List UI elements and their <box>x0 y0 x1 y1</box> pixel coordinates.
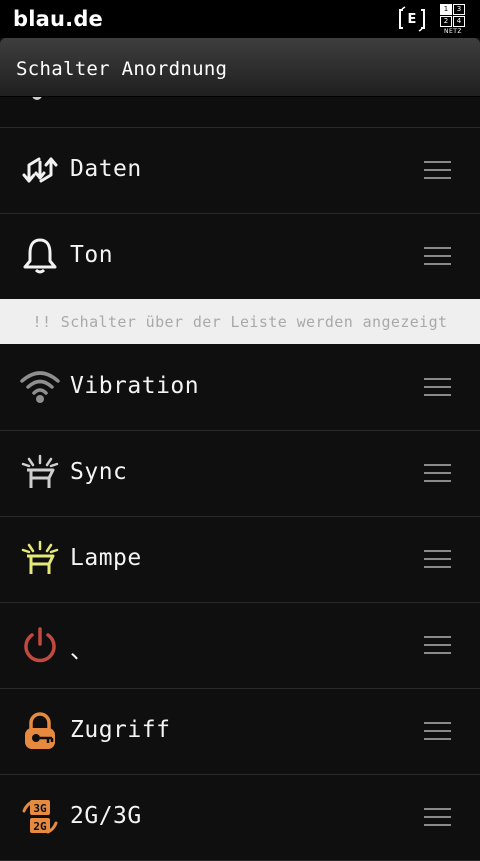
network-2g3g-icon: 3G 2G <box>20 797 60 837</box>
network-type-label: E <box>407 11 417 27</box>
sim-slot-3: 3 <box>453 4 465 15</box>
toggle-row-power[interactable]: 、 <box>0 603 480 689</box>
drag-handle[interactable] <box>424 636 451 654</box>
sync-lamp-icon <box>20 453 60 493</box>
toggle-row-vibration[interactable]: Vibration <box>0 345 480 431</box>
sim-slot-2: 2 <box>440 16 452 27</box>
carrier-name: blau.de <box>13 7 104 31</box>
toggle-label: Zugriff <box>70 717 171 743</box>
toggle-label: Sync <box>70 459 128 485</box>
list-item-partial[interactable] <box>0 97 480 128</box>
data-sync-arrows-icon <box>20 150 60 190</box>
toggle-label: 、 <box>70 638 94 664</box>
page-title: Schalter Anordnung <box>16 58 228 80</box>
toggle-row-lampe[interactable]: Lampe <box>0 517 480 603</box>
drag-handle[interactable] <box>424 378 451 396</box>
toggle-row-ton[interactable]: Ton <box>0 214 480 300</box>
toggle-label: Ton <box>70 242 114 268</box>
title-bar: Schalter Anordnung <box>0 38 480 97</box>
toggle-label: Daten <box>70 156 142 182</box>
partial-icon <box>32 97 42 100</box>
status-bar: blau.de E 1 3 2 4 NETZ <box>0 0 480 38</box>
wifi-icon <box>20 367 60 407</box>
toggle-label: Lampe <box>70 545 142 571</box>
icon-2g-text: 2G <box>33 820 47 833</box>
icon-3g-text: 3G <box>33 802 47 815</box>
sim-slot-4: 4 <box>453 16 465 27</box>
sim-label: NETZ <box>443 28 463 35</box>
toggle-row-2g3g[interactable]: 3G 2G 2G/3G <box>0 775 480 861</box>
sim-slot-1: 1 <box>440 4 452 15</box>
drag-handle[interactable] <box>424 722 451 740</box>
drag-handle[interactable] <box>424 464 451 482</box>
network-type-icon: E <box>398 6 426 32</box>
toggle-row-zugriff[interactable]: Zugriff <box>0 689 480 775</box>
sim-signal-icon: 1 3 2 4 NETZ <box>440 4 466 36</box>
bell-icon <box>20 236 60 276</box>
toggle-row-daten[interactable]: Daten <box>0 128 480 214</box>
toggle-label: 2G/3G <box>70 803 142 829</box>
drag-handle[interactable] <box>424 808 451 826</box>
power-icon <box>20 625 60 665</box>
drag-handle[interactable] <box>424 161 451 179</box>
lock-key-icon <box>20 711 60 751</box>
toggle-label: Vibration <box>70 373 200 399</box>
drag-handle[interactable] <box>424 247 451 265</box>
toggle-row-sync[interactable]: Sync <box>0 431 480 517</box>
flashlight-icon <box>20 539 60 579</box>
divider-hint: !! Schalter über der Leiste werden angez… <box>32 312 448 331</box>
drag-handle[interactable] <box>424 550 451 568</box>
visibility-divider[interactable]: !! Schalter über der Leiste werden angez… <box>0 299 480 344</box>
